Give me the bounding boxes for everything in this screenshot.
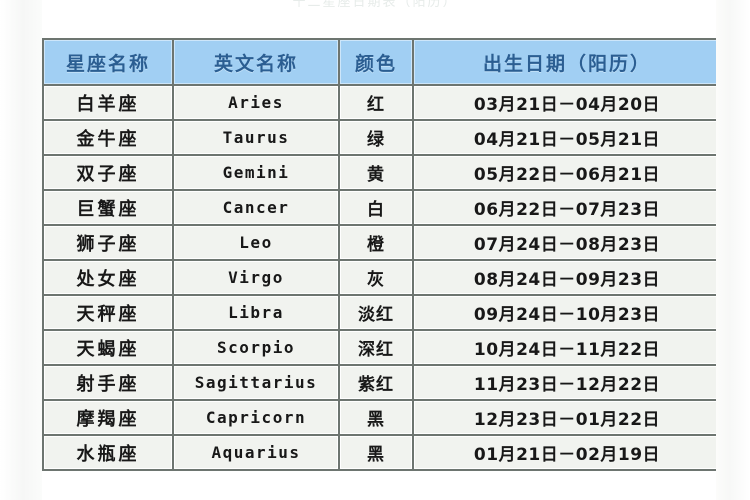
cell-cn-name: 水瓶座: [44, 436, 172, 469]
cell-date-range: 09月24日－10月23日: [414, 296, 720, 329]
cell-color: 紫红: [340, 366, 412, 399]
zodiac-table: 星座名称 英文名称 颜色 出生日期（阳历） 白羊座 Aries 红 03月21日－04…: [42, 38, 722, 471]
table-row: 金牛座 Taurus 绿 04月21日－05月21日: [44, 121, 720, 154]
cell-en-name: Capricorn: [174, 401, 338, 434]
cell-date-range: 03月21日－04月20日: [414, 86, 720, 119]
cell-date-range: 04月21日－05月21日: [414, 121, 720, 154]
column-header-birth-date: 出生日期（阳历）: [414, 40, 720, 84]
table-row: 天秤座 Libra 淡红 09月24日－10月23日: [44, 296, 720, 329]
cell-cn-name: 狮子座: [44, 226, 172, 259]
cell-en-name: Virgo: [174, 261, 338, 294]
cell-cn-name: 双子座: [44, 156, 172, 189]
cell-en-name: Taurus: [174, 121, 338, 154]
cell-cn-name: 巨蟹座: [44, 191, 172, 224]
column-header-color: 颜色: [340, 40, 412, 84]
cropped-title-text: 十二星座日期表（阳历）: [0, 0, 750, 7]
table-row: 狮子座 Leo 橙 07月24日－08月23日: [44, 226, 720, 259]
cell-color: 橙: [340, 226, 412, 259]
column-header-en-name: 英文名称: [174, 40, 338, 84]
table-row: 水瓶座 Aquarius 黑 01月21日－02月19日: [44, 436, 720, 469]
cell-date-range: 08月24日－09月23日: [414, 261, 720, 294]
table-row: 处女座 Virgo 灰 08月24日－09月23日: [44, 261, 720, 294]
cell-cn-name: 天秤座: [44, 296, 172, 329]
cell-date-range: 05月22日－06月21日: [414, 156, 720, 189]
cell-en-name: Aquarius: [174, 436, 338, 469]
cell-color: 深红: [340, 331, 412, 364]
cell-cn-name: 处女座: [44, 261, 172, 294]
cell-en-name: Sagittarius: [174, 366, 338, 399]
table-row: 天蝎座 Scorpio 深红 10月24日－11月22日: [44, 331, 720, 364]
cell-color: 白: [340, 191, 412, 224]
cell-color: 红: [340, 86, 412, 119]
table-row: 射手座 Sagittarius 紫红 11月23日－12月22日: [44, 366, 720, 399]
table-body: 白羊座 Aries 红 03月21日－04月20日 金牛座 Taurus 绿 04月21日－0…: [44, 86, 720, 469]
cell-date-range: 07月24日－08月23日: [414, 226, 720, 259]
column-header-cn-name: 星座名称: [44, 40, 172, 84]
cell-color: 灰: [340, 261, 412, 294]
cell-color: 黄: [340, 156, 412, 189]
cell-date-range: 06月22日－07月23日: [414, 191, 720, 224]
cell-color: 淡红: [340, 296, 412, 329]
table-row: 双子座 Gemini 黄 05月22日－06月21日: [44, 156, 720, 189]
cell-en-name: Aries: [174, 86, 338, 119]
cell-cn-name: 金牛座: [44, 121, 172, 154]
cell-date-range: 11月23日－12月22日: [414, 366, 720, 399]
cell-cn-name: 白羊座: [44, 86, 172, 119]
cell-en-name: Gemini: [174, 156, 338, 189]
table-row: 摩羯座 Capricorn 黑 12月23日－01月22日: [44, 401, 720, 434]
cell-date-range: 01月21日－02月19日: [414, 436, 720, 469]
cell-en-name: Libra: [174, 296, 338, 329]
zodiac-reference-page: 十二星座日期表（阳历） 星座名称 英文名称 颜色 出生日期（阳历） 白羊座Ari…: [0, 0, 750, 500]
cell-date-range: 10月24日－11月22日: [414, 331, 720, 364]
cell-cn-name: 摩羯座: [44, 401, 172, 434]
zodiac-table-container: 星座名称 英文名称 颜色 出生日期（阳历） 白羊座 Aries 红 03月21日－04…: [42, 38, 722, 471]
table-header-row: 星座名称 英文名称 颜色 出生日期（阳历）: [44, 40, 720, 84]
cell-cn-name: 射手座: [44, 366, 172, 399]
cell-cn-name: 天蝎座: [44, 331, 172, 364]
table-header: 星座名称 英文名称 颜色 出生日期（阳历）: [44, 40, 720, 84]
cell-color: 黑: [340, 401, 412, 434]
cell-color: 绿: [340, 121, 412, 154]
cell-en-name: Leo: [174, 226, 338, 259]
cell-en-name: Scorpio: [174, 331, 338, 364]
cell-date-range: 12月23日－01月22日: [414, 401, 720, 434]
cell-en-name: Cancer: [174, 191, 338, 224]
cell-color: 黑: [340, 436, 412, 469]
table-row: 白羊座 Aries 红 03月21日－04月20日: [44, 86, 720, 119]
table-row: 巨蟹座 Cancer 白 06月22日－07月23日: [44, 191, 720, 224]
